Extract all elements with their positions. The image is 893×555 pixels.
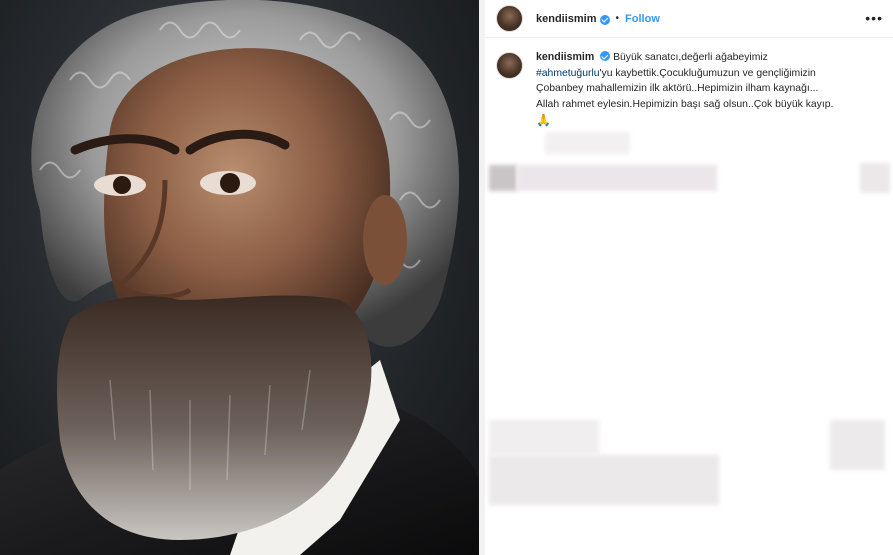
blurred-comment-3 bbox=[517, 165, 717, 191]
praying-hands-emoji: 🙏 bbox=[536, 113, 551, 127]
portrait-illustration bbox=[0, 0, 479, 555]
caption-line-2-text: 'yu kaybettik.Çocukluğumuzun ve gençliği… bbox=[599, 67, 816, 79]
post-header: kendiismim • Follow ••• bbox=[485, 0, 893, 38]
blurred-comment-2 bbox=[489, 165, 517, 191]
caption-line-4: Allah rahmet eylesin.Hepimizin başı sağ … bbox=[536, 98, 834, 110]
hashtag-link[interactable]: #ahmetuğurlu bbox=[536, 68, 600, 79]
post-caption: kendiismim Büyük sanatcı,değerli ağabeyi… bbox=[496, 50, 886, 129]
caption-text: kendiismim Büyük sanatcı,değerli ağabeyi… bbox=[536, 50, 833, 129]
post-image[interactable] bbox=[0, 0, 479, 555]
caption-line-1-text: Büyük sanatcı,değerli ağabeyimiz bbox=[613, 52, 768, 63]
verified-badge-icon bbox=[599, 14, 610, 25]
blurred-comment-1 bbox=[545, 132, 630, 154]
blurred-comment-7 bbox=[830, 420, 885, 470]
verified-badge-icon bbox=[600, 51, 611, 61]
blurred-comment-4 bbox=[860, 163, 890, 193]
caption-line-2: #ahmetuğurlu'yu kaybettik.Çocukluğumuzun… bbox=[536, 66, 833, 82]
separator-dot: • bbox=[615, 13, 620, 24]
profile-avatar[interactable] bbox=[496, 5, 523, 32]
follow-button[interactable]: Follow bbox=[625, 13, 660, 25]
post-username[interactable]: kendiismim bbox=[536, 13, 597, 25]
caption-avatar[interactable] bbox=[496, 52, 523, 79]
caption-username[interactable]: kendiismim bbox=[536, 51, 594, 63]
caption-line-1: kendiismim Büyük sanatcı,değerli ağabeyi… bbox=[536, 50, 833, 66]
post-panel: kendiismim • Follow ••• kendiismim Büyük… bbox=[485, 0, 893, 555]
blurred-comment-6 bbox=[489, 455, 719, 505]
more-options-icon[interactable]: ••• bbox=[865, 11, 883, 25]
blurred-comment-5 bbox=[489, 420, 599, 455]
caption-line-3: Çobanbey mahallemizin ilk aktörü..Hepimi… bbox=[536, 83, 819, 94]
